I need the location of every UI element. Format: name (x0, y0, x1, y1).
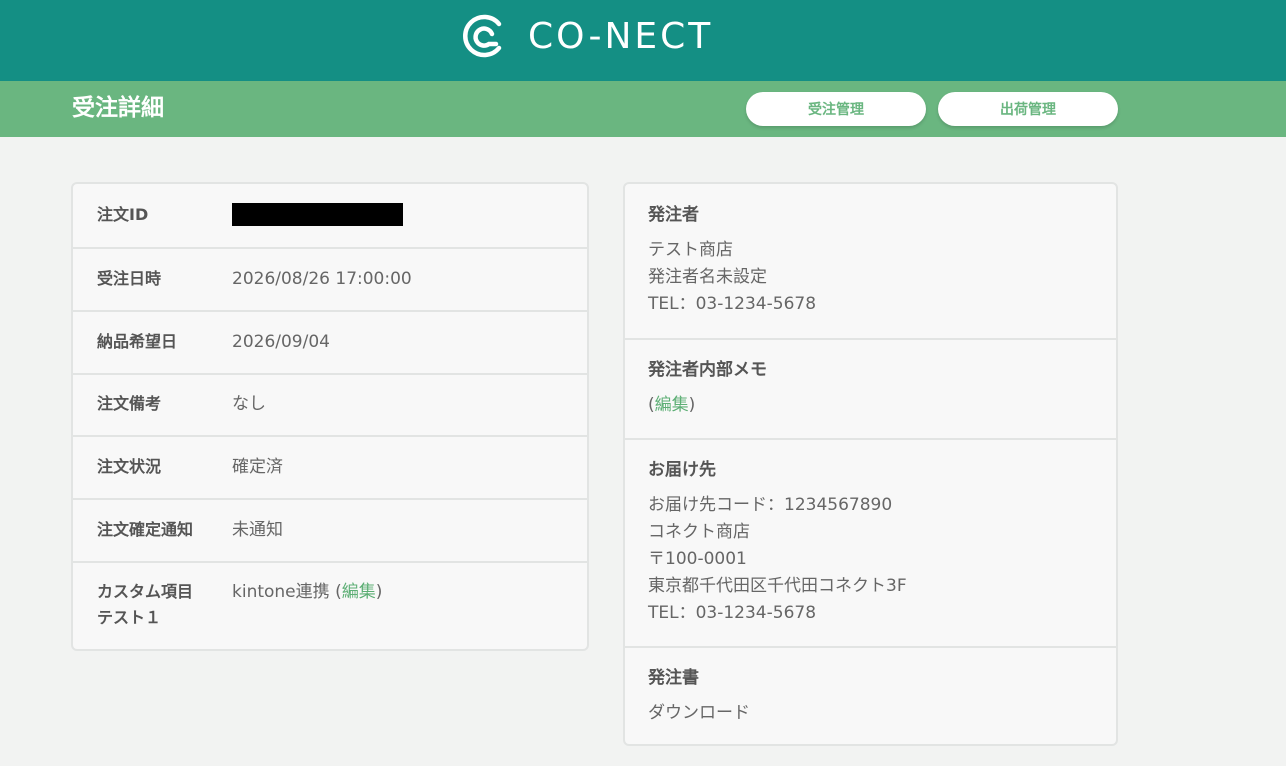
order-datetime-row: 受注日時 2026/08/26 17:00:00 (73, 247, 587, 310)
delivery-date-value: 2026/09/04 (232, 332, 330, 352)
internal-memo-edit: (編集) (648, 392, 695, 419)
orderer-info-card: 発注者 テスト商店 発注者名未設定 TEL：03-1234-5678 発注者内部… (623, 182, 1118, 746)
internal-memo-edit-link[interactable]: 編集 (655, 395, 689, 415)
brand-logo[interactable]: CO-NECT (459, 12, 713, 60)
order-id-row: 注文ID (73, 184, 587, 247)
order-note-value: なし (232, 394, 266, 414)
delivery-address: 東京都千代田区千代田コネクト3F (648, 576, 907, 596)
order-note-label: 注文備考 (97, 394, 162, 413)
purchase-order-section: 発注書 ダウンロード (625, 646, 1116, 744)
open-paren: ( (335, 582, 342, 602)
purchase-order-download-link[interactable]: ダウンロード (648, 700, 750, 727)
orderer-tel: TEL：03-1234-5678 (648, 294, 817, 314)
order-status-label: 注文状況 (97, 457, 162, 476)
conect-logo-icon (463, 14, 502, 58)
delivery-heading: お届け先 (648, 460, 716, 480)
open-paren: ( (648, 395, 655, 415)
brand-name: CO-NECT (528, 15, 714, 57)
top-header-bar: CO-NECT (0, 0, 1286, 81)
order-details-card: 注文ID 受注日時 2026/08/26 17:00:00 納品希望日 2026… (71, 182, 589, 651)
order-management-button[interactable]: 受注管理 (746, 92, 926, 126)
internal-memo-section: 発注者内部メモ (編集) (625, 338, 1116, 438)
order-confirm-notice-label: 注文確定通知 (97, 520, 194, 539)
orderer-section: 発注者 テスト商店 発注者名未設定 TEL：03-1234-5678 (625, 184, 1116, 338)
custom-field-text: kintone連携 (232, 582, 330, 602)
orderer-person-name: 発注者名未設定 (648, 267, 767, 287)
close-paren: ) (688, 395, 696, 415)
order-id-label: 注文ID (97, 205, 149, 224)
order-note-row: 注文備考 なし (73, 373, 587, 435)
delivery-destination-section: お届け先 お届け先コード：1234567890 コネクト商店 〒100-0001… (625, 438, 1116, 646)
shipping-management-button[interactable]: 出荷管理 (938, 92, 1118, 126)
close-paren: ) (375, 582, 383, 602)
delivery-date-label: 納品希望日 (97, 332, 178, 351)
order-status-row: 注文状況 確定済 (73, 435, 587, 498)
custom-field-row: カスタム項目 テスト１ kintone連携 (編集) (73, 561, 587, 649)
page-title: 受注詳細 (72, 95, 164, 121)
custom-field-label-line2: テスト１ (97, 608, 162, 627)
order-confirm-notice-row: 注文確定通知 未通知 (73, 498, 587, 561)
order-confirm-notice-value: 未通知 (232, 520, 283, 540)
order-status-value: 確定済 (232, 457, 283, 477)
delivery-code: お届け先コード：1234567890 (648, 495, 893, 515)
order-datetime-label: 受注日時 (97, 269, 162, 288)
order-id-redacted (232, 203, 403, 226)
custom-field-value: kintone連携 (編集) (232, 579, 382, 605)
delivery-tel: TEL：03-1234-5678 (648, 603, 817, 623)
internal-memo-heading: 発注者内部メモ (648, 360, 767, 380)
custom-field-label-line1: カスタム項目 (97, 582, 194, 601)
delivery-date-row: 納品希望日 2026/09/04 (73, 310, 587, 373)
delivery-postal-code: 〒100-0001 (648, 549, 747, 569)
order-datetime-value: 2026/08/26 17:00:00 (232, 269, 412, 289)
custom-field-label: カスタム項目 テスト１ (97, 579, 193, 631)
orderer-shop-name: テスト商店 (648, 240, 733, 260)
delivery-shop-name: コネクト商店 (648, 522, 750, 542)
orderer-heading: 発注者 (648, 205, 699, 225)
purchase-order-heading: 発注書 (648, 668, 699, 688)
custom-field-edit-link[interactable]: 編集 (342, 582, 376, 602)
